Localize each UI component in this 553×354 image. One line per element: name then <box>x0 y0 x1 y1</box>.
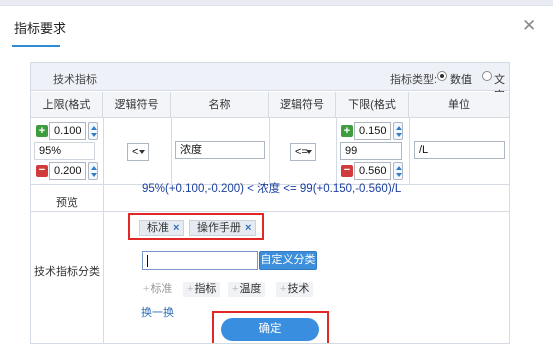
plus-icon: + <box>280 283 287 295</box>
top-strip <box>0 0 553 6</box>
plus-icon: + <box>232 283 239 295</box>
minus-icon: − <box>36 165 48 177</box>
col-unit: 单位 <box>409 92 509 118</box>
swap-link[interactable]: 换一换 <box>141 304 174 320</box>
col-name: 名称 <box>171 92 269 118</box>
plus-icon: + <box>341 125 353 137</box>
category-label: 技术指标分类 <box>34 266 100 278</box>
logic-select-2[interactable]: <= <box>290 143 316 161</box>
category-input[interactable] <box>142 251 258 270</box>
name-input[interactable]: 浓度 <box>175 141 265 159</box>
preview-label: 预览 <box>56 197 78 209</box>
suggestion-tag-label: 指标 <box>194 283 217 295</box>
title-underline <box>12 45 60 47</box>
col-lower-limit: 下限(格式0.000) <box>336 92 409 137</box>
dialog-title: 指标要求 <box>14 21 67 36</box>
lower-minus-input[interactable]: 0.560 <box>354 162 391 180</box>
upper-base-input[interactable]: 95% <box>34 142 95 160</box>
suggestion-tag[interactable]: +指标 <box>183 282 221 297</box>
logic-select-1[interactable]: < <box>127 143 149 161</box>
col-upper-limit: 上限(格式0.000) <box>31 92 103 137</box>
remove-tag-icon[interactable]: × <box>173 222 179 234</box>
tag-chip[interactable]: 操作手册 × <box>189 220 257 236</box>
upper-minus-spinner[interactable] <box>88 162 98 180</box>
upper-plus-spinner[interactable] <box>88 122 98 140</box>
lower-base-input[interactable]: 99 <box>340 142 402 160</box>
tag-chip-label: 操作手册 <box>197 222 241 234</box>
suggestion-tag-label: 标准 <box>150 283 173 295</box>
chevron-down-icon <box>139 150 145 154</box>
tag-chip[interactable]: 标准 × <box>139 220 185 236</box>
suggestion-tag[interactable]: +温度 <box>228 282 266 297</box>
panel-header: 技术指标 指标类型: 数值 文字 <box>31 63 509 102</box>
upper-plus-input[interactable]: 0.100 <box>49 122 86 140</box>
row-divider <box>31 211 509 212</box>
custom-category-button[interactable]: 自定义分类 <box>259 251 317 270</box>
logic-select-1-value: < <box>132 146 139 158</box>
grid-line <box>103 118 104 185</box>
close-icon[interactable]: ✕ <box>522 17 536 34</box>
plus-icon: + <box>187 283 194 295</box>
preview-text: 95%(+0.100,-0.200) < 浓度 <= 99(+0.150,-0.… <box>142 183 402 195</box>
label-column-line <box>103 185 104 343</box>
panel-header-title: 技术指标 <box>53 74 97 86</box>
minus-icon: − <box>341 165 353 177</box>
plus-icon: + <box>143 283 150 295</box>
upper-minus-input[interactable]: 0.200 <box>49 162 86 180</box>
radio-text[interactable] <box>482 71 492 81</box>
indicator-panel: 技术指标 指标类型: 数值 文字 上限(格式0.000) 逻辑符号 名称 逻辑符… <box>30 62 510 344</box>
tag-chip-label: 标准 <box>147 222 169 234</box>
confirm-button[interactable]: 确定 <box>221 318 319 341</box>
grid-line <box>269 118 270 185</box>
col-logic-1: 逻辑符号 <box>103 92 171 118</box>
suggestion-tag[interactable]: +技术 <box>276 282 314 297</box>
chevron-down-icon <box>306 150 312 154</box>
text-cursor <box>147 255 148 267</box>
col-logic-2: 逻辑符号 <box>269 92 336 118</box>
suggestion-tag[interactable]: +标准 <box>139 282 177 297</box>
suggestion-tag-label: 技术 <box>287 283 310 295</box>
lower-minus-spinner[interactable] <box>393 162 403 180</box>
radio-numeric[interactable] <box>437 71 447 81</box>
unit-input[interactable]: /L <box>414 141 505 159</box>
plus-icon: + <box>36 125 48 137</box>
lower-plus-spinner[interactable] <box>393 122 403 140</box>
suggestion-tag-label: 温度 <box>239 283 262 295</box>
radio-numeric-label: 数值 <box>450 74 472 86</box>
grid-line <box>171 118 172 185</box>
grid-line <box>409 118 410 185</box>
indicator-type-label: 指标类型: <box>390 74 438 86</box>
remove-tag-icon[interactable]: × <box>245 222 251 234</box>
lower-plus-input[interactable]: 0.150 <box>354 122 391 140</box>
grid-line <box>336 118 337 185</box>
